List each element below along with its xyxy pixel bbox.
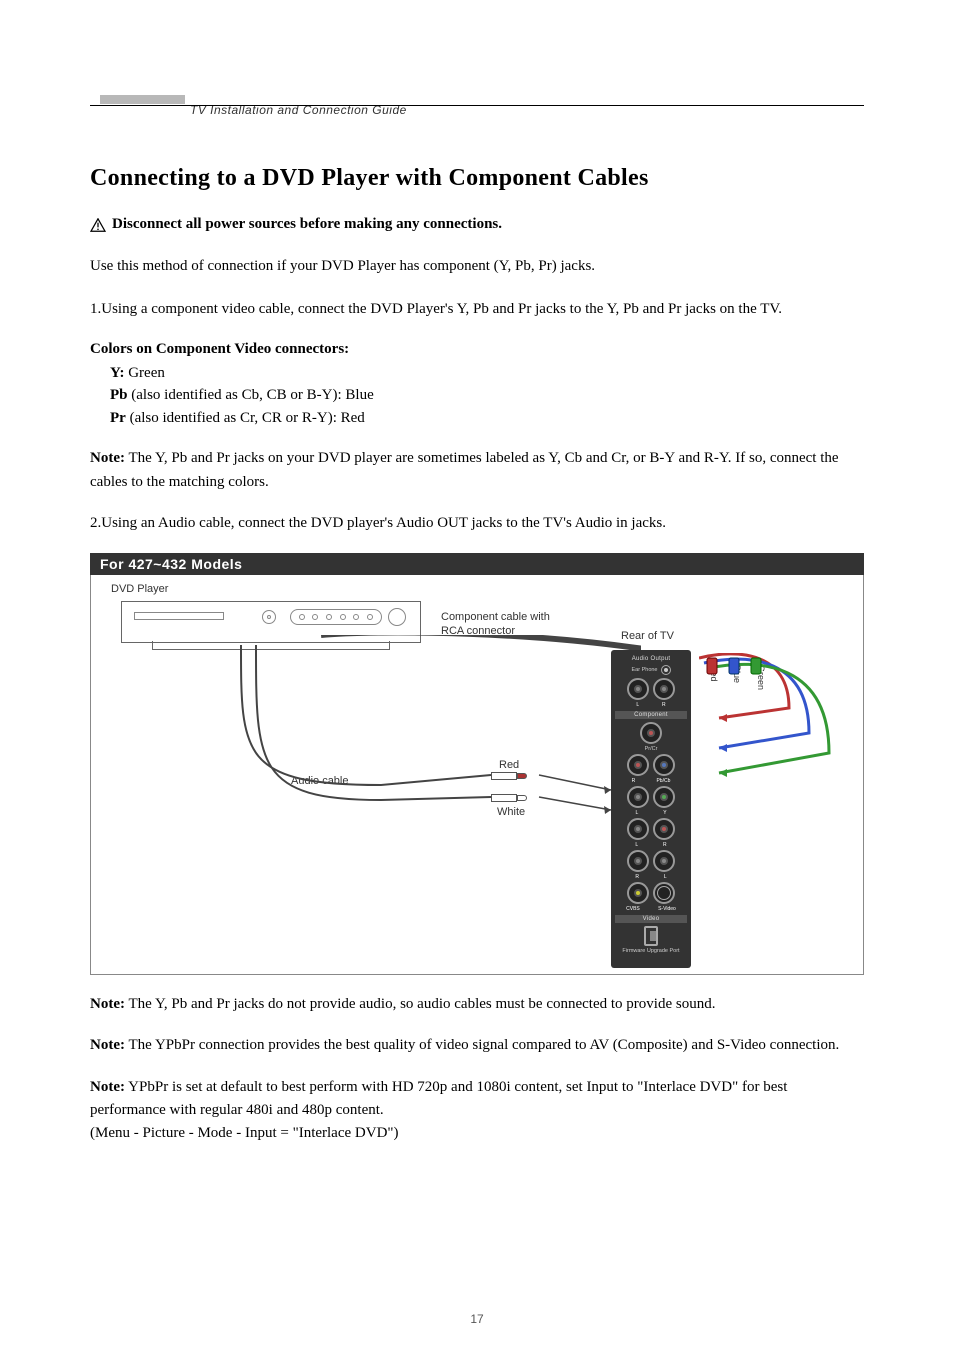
cable-lines bbox=[121, 635, 641, 855]
component-cable-label: Component cable with RCA connector bbox=[441, 610, 571, 639]
panel-firmware-label: Firmware Upgrade Port bbox=[611, 949, 691, 955]
step-2: 2.Using an Audio cable, connect the DVD … bbox=[90, 512, 864, 535]
diagram-body: DVD Player Component cable with RCA conn… bbox=[90, 575, 864, 975]
panel-firmware-port bbox=[644, 926, 658, 946]
panel-audio-out-l bbox=[627, 678, 649, 700]
panel-audio-r-jack bbox=[627, 754, 649, 776]
panel-av-l3-jack bbox=[653, 850, 675, 872]
note-3-label: Note: bbox=[90, 1037, 125, 1053]
page-content: Connecting to a DVD Player with Componen… bbox=[0, 0, 954, 1185]
note-2-label: Note: bbox=[90, 996, 125, 1012]
panel-av-l-jack bbox=[627, 818, 649, 840]
color-y-label: Y: bbox=[110, 365, 124, 381]
panel-cvbs-jack bbox=[627, 882, 649, 904]
dvd-tray bbox=[134, 612, 224, 620]
color-y: Y: Green bbox=[90, 362, 864, 385]
note-3-text: The YPbPr connection provides the best q… bbox=[125, 1037, 839, 1053]
note-2-text: The Y, Pb and Pr jacks do not provide au… bbox=[125, 996, 715, 1012]
header-accent bbox=[100, 95, 185, 104]
panel-audio-out-r bbox=[653, 678, 675, 700]
warning-icon bbox=[90, 218, 106, 232]
color-pr: Pr (also identified as Cr, CR or R-Y): R… bbox=[90, 407, 864, 430]
color-pr-label: Pr bbox=[110, 410, 126, 426]
step-1: 1.Using a component video cable, connect… bbox=[90, 298, 864, 321]
page-number: 17 bbox=[0, 1312, 954, 1326]
color-y-text: Green bbox=[124, 365, 164, 381]
note-1-text: The Y, Pb and Pr jacks on your DVD playe… bbox=[90, 450, 839, 489]
panel-audio-l-jack bbox=[627, 786, 649, 808]
color-pr-text: (also identified as Cr, CR or R-Y): Red bbox=[126, 410, 365, 426]
diagram-title: For 427~432 Models bbox=[90, 553, 864, 575]
panel-earphone-jack bbox=[661, 665, 671, 675]
note-4-extra: (Menu - Picture - Mode - Input = "Interl… bbox=[90, 1125, 399, 1141]
panel-earphone-label: Ear Phone bbox=[632, 667, 658, 673]
note-1-label: Note: bbox=[90, 450, 125, 466]
diagram: For 427~432 Models DVD Player Component … bbox=[90, 553, 864, 975]
panel-av-r-label: R bbox=[663, 842, 667, 848]
panel-av-l-label: L bbox=[664, 874, 667, 880]
dvd-port-2 bbox=[388, 608, 406, 626]
intro-text: Use this method of connection if your DV… bbox=[90, 255, 864, 278]
rca-red-label: Red bbox=[499, 759, 519, 771]
colors-heading: Colors on Component Video connectors: bbox=[90, 341, 864, 358]
panel-l-label: L bbox=[635, 810, 638, 816]
panel-av-l2-jack bbox=[627, 850, 649, 872]
note-4-label: Note: bbox=[90, 1079, 125, 1095]
page-title: Connecting to a DVD Player with Componen… bbox=[90, 165, 864, 192]
panel-r-label: R bbox=[632, 778, 636, 784]
rca-plug-red bbox=[491, 771, 533, 781]
color-pb-text: (also identified as Cb, CB or B-Y): Blue bbox=[128, 387, 374, 403]
panel-prcr-label: Pr/Cr bbox=[611, 746, 691, 752]
panel-component-label: Component bbox=[615, 711, 687, 719]
warning-line: Disconnect all power sources before maki… bbox=[90, 216, 864, 233]
dvd-player-label: DVD Player bbox=[111, 583, 168, 595]
panel-av-r-jack bbox=[653, 818, 675, 840]
dvd-component-out bbox=[290, 609, 382, 625]
panel-pbcb-label: Pb/Cb bbox=[656, 778, 670, 784]
panel-y-label: Y bbox=[663, 810, 666, 816]
color-pb-label: Pb bbox=[110, 387, 128, 403]
note-1: Note: The Y, Pb and Pr jacks on your DVD… bbox=[90, 447, 864, 494]
panel-svideo-label: S-Video bbox=[658, 906, 676, 912]
panel-cvbs-label: CVBS bbox=[626, 906, 640, 912]
rca-plug-white bbox=[491, 793, 533, 803]
note-2: Note: The Y, Pb and Pr jacks do not prov… bbox=[90, 993, 864, 1016]
note-4: Note: YPbPr is set at default to best pe… bbox=[90, 1076, 864, 1146]
note-4-text: YPbPr is set at default to best perform … bbox=[90, 1079, 787, 1118]
rca-white-label: White bbox=[497, 806, 525, 818]
panel-y-jack bbox=[653, 786, 675, 808]
panel-pbcb-jack bbox=[653, 754, 675, 776]
header-rule bbox=[90, 105, 864, 106]
dvd-port-1 bbox=[262, 610, 276, 624]
warning-text: Disconnect all power sources before maki… bbox=[112, 216, 502, 233]
color-pb: Pb (also identified as Cb, CB or B-Y): B… bbox=[90, 384, 864, 407]
component-cable-fan bbox=[699, 653, 859, 813]
audio-cable-label: Audio cable bbox=[291, 775, 349, 787]
note-3: Note: The YPbPr connection provides the … bbox=[90, 1034, 864, 1057]
panel-audio-output: Audio Output bbox=[611, 656, 691, 662]
panel-video-label: Video bbox=[615, 915, 687, 923]
panel-svideo-jack bbox=[653, 882, 675, 904]
rear-of-tv-label: Rear of TV bbox=[621, 630, 674, 642]
panel-prcr-jack bbox=[640, 722, 662, 744]
tv-rear-panel: Audio Output Ear Phone L R Component Pr/C… bbox=[611, 650, 691, 968]
dvd-player-drawing bbox=[121, 601, 421, 643]
